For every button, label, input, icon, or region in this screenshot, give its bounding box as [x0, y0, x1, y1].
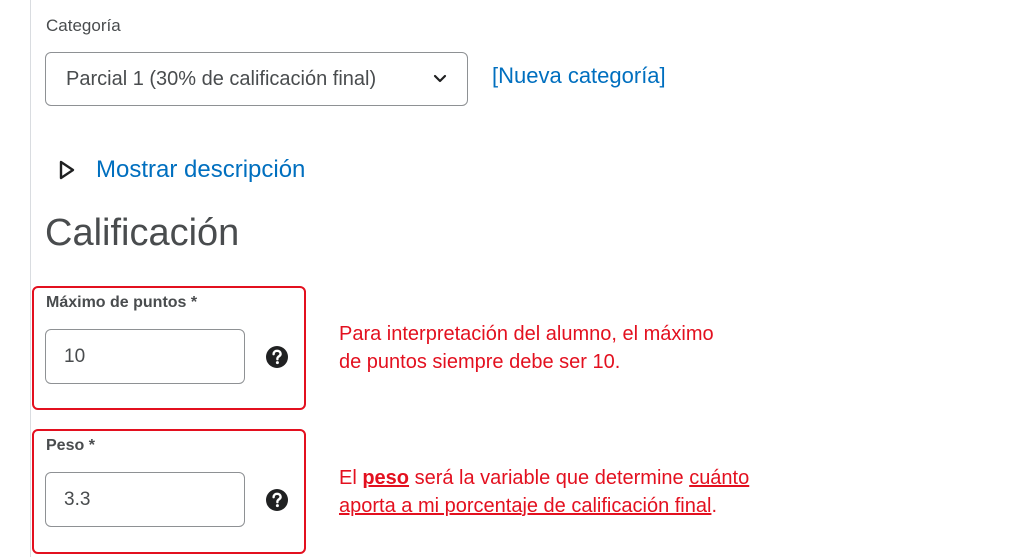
weight-annotation: El peso será la variable que determine c… [339, 467, 750, 517]
category-label: Categoría [46, 16, 121, 35]
weight-input[interactable] [45, 472, 245, 527]
weight-label: Peso * [46, 437, 95, 454]
help-icon[interactable] [265, 488, 289, 512]
section-title: Calificación [45, 212, 240, 254]
max-points-annotation: Para interpretación del alumno, el máxim… [339, 323, 714, 373]
show-description-label: Mostrar descripción [96, 156, 306, 183]
max-points-label: Máximo de puntos * [46, 294, 198, 311]
chevron-down-icon [433, 74, 447, 83]
left-divider [30, 0, 31, 557]
max-points-input[interactable] [45, 329, 245, 384]
category-select[interactable]: Parcial 1 (30% de calificación final) [45, 52, 468, 106]
help-icon[interactable] [265, 345, 289, 369]
category-select-value: Parcial 1 (30% de calificación final) [66, 67, 377, 90]
caret-right-icon [59, 160, 75, 180]
new-category-link[interactable]: [Nueva categoría] [492, 63, 666, 89]
show-description-toggle[interactable]: Mostrar descripción [58, 156, 305, 184]
